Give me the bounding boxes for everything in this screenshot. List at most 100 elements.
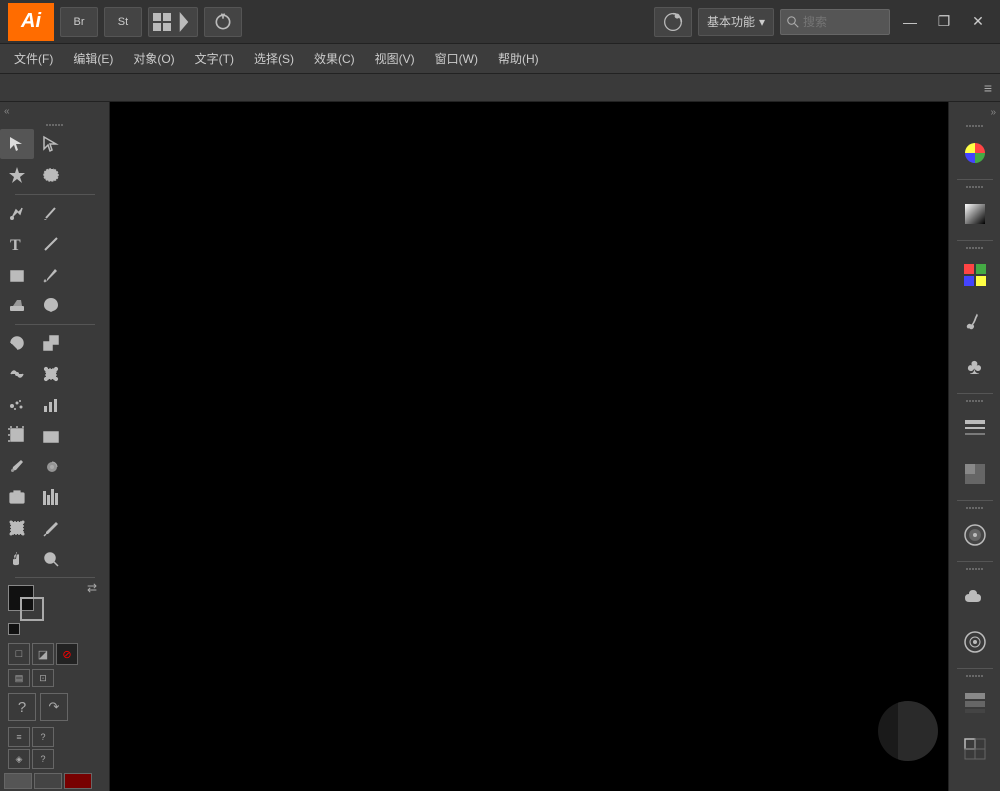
menu-object[interactable]: 对象(O) — [123, 46, 184, 71]
options-menu-icon[interactable]: ≡ — [984, 80, 992, 96]
close-button[interactable]: ✕ — [964, 10, 992, 34]
tool-row-warp — [0, 358, 109, 389]
toolbar-grip — [0, 121, 109, 129]
menu-text[interactable]: 文字(T) — [185, 46, 244, 71]
paintbrush-tool[interactable] — [34, 260, 68, 290]
extra-btn-1[interactable]: ≡ — [8, 727, 30, 747]
left-toolbar-collapse[interactable]: « — [0, 102, 109, 121]
selection-tool[interactable] — [0, 129, 34, 159]
help-button[interactable]: ? — [8, 693, 36, 721]
tool-row-measure — [0, 482, 109, 513]
eraser-tool[interactable] — [0, 290, 34, 320]
swatches-panel-button[interactable] — [953, 253, 997, 297]
right-panel-grip-7 — [949, 672, 1000, 680]
color-panel-button[interactable] — [953, 131, 997, 175]
camera-tool[interactable] — [0, 482, 34, 512]
extra-btn-4[interactable]: ? — [32, 749, 54, 769]
canvas-area[interactable] — [110, 102, 948, 791]
pen-tool[interactable] — [0, 198, 34, 228]
workspace-dropdown-icon: ▾ — [759, 15, 765, 29]
menu-file[interactable]: 文件(F) — [4, 46, 63, 71]
search-box — [780, 9, 890, 35]
crop-tool[interactable] — [0, 513, 34, 543]
knife-tool[interactable] — [34, 513, 68, 543]
live-paint-bucket-tool[interactable] — [34, 451, 68, 481]
appearance-panel-button[interactable] — [953, 513, 997, 557]
normal-mode-button[interactable]: □ — [8, 643, 30, 665]
layers-panel-button[interactable] — [953, 681, 997, 725]
artboards-panel-button[interactable] — [953, 727, 997, 771]
pencil-tool[interactable] — [34, 198, 68, 228]
menu-select[interactable]: 选择(S) — [244, 46, 304, 71]
redo-button[interactable]: ↷ — [40, 693, 68, 721]
slice-tool[interactable] — [34, 420, 68, 450]
search-input[interactable] — [803, 15, 883, 29]
eyedropper-tool[interactable] — [0, 451, 34, 481]
stock-button[interactable]: St — [104, 7, 142, 37]
transform-icon-button[interactable] — [204, 7, 242, 37]
libraries-panel-button[interactable] — [953, 620, 997, 664]
tool-row-type: T — [0, 228, 109, 259]
stroke-panel-button[interactable] — [953, 406, 997, 450]
tool-row-rotate — [0, 328, 109, 359]
type-tool[interactable]: T — [0, 229, 34, 259]
right-panel-grip-4 — [949, 397, 1000, 405]
rotate-tool[interactable] — [0, 328, 34, 358]
graph-tool[interactable] — [34, 390, 68, 420]
menu-help[interactable]: 帮助(H) — [488, 46, 549, 71]
behind-mode-button[interactable]: ◪ — [32, 643, 54, 665]
stroke-color-swatch[interactable] — [20, 597, 44, 621]
extra-tools: ≡ ? ◈ ? — [0, 725, 109, 771]
view-mode-1[interactable] — [4, 773, 32, 789]
menu-edit[interactable]: 编辑(E) — [63, 46, 123, 71]
magic-wand-tool[interactable] — [0, 160, 34, 190]
swap-colors-button[interactable]: ⇄ — [87, 581, 97, 595]
extra-btn-3[interactable]: ◈ — [8, 749, 30, 769]
workspace-selector[interactable]: 基本功能 ▾ — [698, 8, 774, 36]
bridge-button[interactable]: Br — [60, 7, 98, 37]
right-panel-collapse[interactable]: » — [949, 102, 1000, 122]
menu-window[interactable]: 窗口(W) — [425, 46, 488, 71]
artboard-tool[interactable] — [0, 420, 34, 450]
zoom-tool[interactable] — [34, 544, 68, 574]
menu-effect[interactable]: 效果(C) — [304, 46, 365, 71]
warp-tool[interactable] — [0, 359, 34, 389]
canvas[interactable] — [110, 102, 948, 791]
symbols-panel-button[interactable]: ♣ — [953, 345, 997, 389]
right-panel-grip-2 — [949, 183, 1000, 191]
tool-row-hand — [0, 543, 109, 574]
creative-cloud-panel-button[interactable] — [953, 574, 997, 618]
symbol-sprayer-tool[interactable] — [0, 390, 34, 420]
screen-mode-button[interactable]: ▤ — [8, 669, 30, 687]
scale-tool[interactable] — [34, 328, 68, 358]
brushes-panel-button[interactable] — [953, 299, 997, 343]
default-colors-button[interactable] — [8, 623, 20, 635]
main-area: « — [0, 102, 1000, 791]
extra-btn-2[interactable]: ? — [32, 727, 54, 747]
minimize-button[interactable]: — — [896, 10, 924, 34]
lasso-tool[interactable] — [34, 160, 68, 190]
menu-view[interactable]: 视图(V) — [365, 46, 425, 71]
drawing-mode-row: □ ◪ ⊘ — [0, 641, 109, 667]
transparency-panel-button[interactable] — [953, 452, 997, 496]
free-transform-tool[interactable] — [34, 359, 68, 389]
hand-tool[interactable] — [0, 544, 34, 574]
kuler-icon-button[interactable] — [654, 7, 692, 37]
gradient-panel-button[interactable] — [953, 192, 997, 236]
app-logo: Ai — [8, 3, 54, 41]
inside-mode-button[interactable]: ⊘ — [56, 643, 78, 665]
rectangle-tool[interactable] — [0, 260, 34, 290]
toolbar-bottom — [0, 771, 109, 791]
blob-brush-tool[interactable] — [34, 290, 68, 320]
arrange-windows-button[interactable] — [148, 7, 198, 37]
tool-row-eyedrop — [0, 451, 109, 482]
tool-row-selection — [0, 129, 109, 160]
direct-selection-tool[interactable] — [34, 129, 68, 159]
view-mode-2[interactable] — [34, 773, 62, 789]
line-tool[interactable] — [34, 229, 68, 259]
fullscreen-button[interactable]: ⊡ — [32, 669, 54, 687]
restore-button[interactable]: ❐ — [930, 10, 958, 34]
bar-graph-tool[interactable] — [34, 482, 68, 512]
view-mode-3[interactable] — [64, 773, 92, 789]
workspace-label: 基本功能 — [707, 13, 755, 30]
